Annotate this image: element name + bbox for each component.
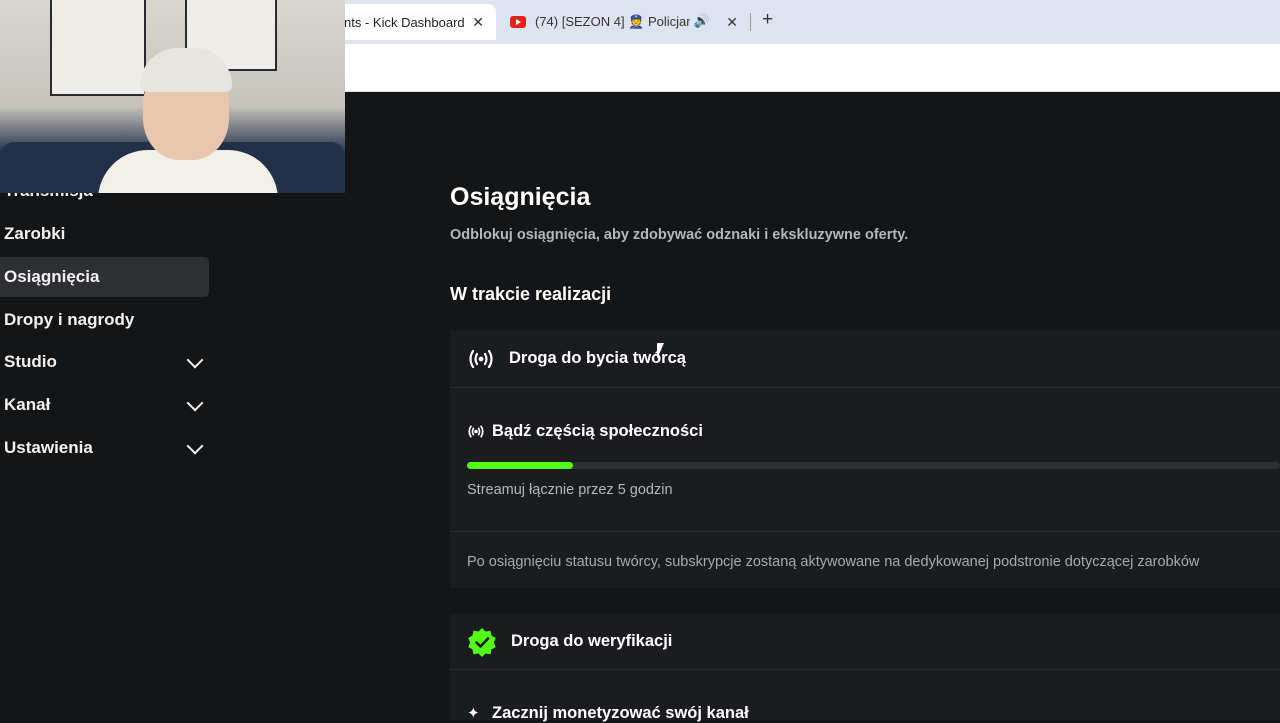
sidebar-item-label: Studio	[4, 352, 57, 371]
tab-title: (74) [SEZON 4] 👮 Policjanc	[535, 14, 690, 29]
sparkle-icon: ✦	[467, 705, 480, 722]
achievement-description: Streamuj łącznie przez 5 godzin	[467, 482, 673, 498]
achievement-group-header[interactable]: Droga do weryfikacji	[450, 614, 1280, 670]
achievement-group-title: Droga do weryfikacji	[511, 632, 673, 650]
mouse-cursor	[657, 343, 664, 359]
tab-youtube[interactable]: (74) [SEZON 4] 👮 Policjanc 🔊 ✕	[500, 4, 750, 40]
chevron-down-icon	[186, 351, 204, 369]
broadcast-icon	[469, 349, 493, 368]
page-title: Osiągnięcia	[450, 183, 591, 211]
sidebar-item-label: Ustawienia	[4, 438, 93, 457]
sidebar-item-kanal[interactable]: Kanał	[0, 385, 209, 425]
sidebar-item-ustawienia[interactable]: Ustawienia	[0, 428, 209, 468]
wall-poster	[50, 0, 146, 96]
achievement-group-card: Droga do weryfikacji ✦ Zacznij monetyzow…	[450, 614, 1280, 722]
page-subtitle: Odblokuj osiągnięcia, aby zdobywać odzna…	[450, 227, 909, 243]
sidebar-item-label: Zarobki	[4, 224, 66, 243]
new-tab-button[interactable]: +	[762, 9, 773, 31]
achievement-note-row: Po osiągnięciu statusu twórcy, subskrypc…	[450, 531, 1280, 588]
achievement-progress-fill	[467, 462, 573, 469]
sidebar-item-osiagniecia[interactable]: Osiągnięcia	[0, 257, 209, 297]
achievement-progress-bar	[467, 462, 1280, 469]
verified-badge-icon	[468, 627, 496, 657]
tab-title: nts - Kick Dashboard	[344, 14, 465, 30]
achievement-note: Po osiągnięciu statusu twórcy, subskrypc…	[467, 554, 1200, 570]
sidebar-item-label: Kanał	[4, 395, 51, 414]
sidebar-item-label: Osiągnięcia	[4, 267, 100, 286]
broadcast-icon	[468, 425, 484, 438]
sidebar-item-zarobki[interactable]: Zarobki	[0, 214, 209, 254]
achievement-title: Bądź częścią społeczności	[492, 422, 703, 440]
tab-divider	[750, 13, 751, 31]
close-tab-icon[interactable]: ✕	[726, 14, 738, 31]
sidebar-item-studio[interactable]: Studio	[0, 342, 209, 382]
achievement-group-card: Droga do bycia twórcą Bądź częścią społe…	[450, 330, 1280, 588]
close-tab-icon[interactable]: ✕	[472, 14, 484, 31]
youtube-icon	[510, 16, 526, 28]
achievement-title: Zacznij monetyzować swój kanał	[492, 704, 749, 722]
webcam-overlay	[0, 0, 345, 193]
sidebar-item-dropy[interactable]: Dropy i nagrody	[0, 300, 209, 340]
achievement-group-header[interactable]: Droga do bycia twórcą	[450, 330, 1280, 388]
chevron-down-icon	[186, 437, 204, 455]
section-title: W trakcie realizacji	[450, 284, 612, 304]
chevron-down-icon	[186, 394, 204, 412]
sidebar-item-label: Dropy i nagrody	[4, 310, 135, 329]
tab-kick-dashboard[interactable]: nts - Kick Dashboard ✕	[330, 4, 496, 40]
speaker-icon[interactable]: 🔊	[694, 13, 710, 29]
